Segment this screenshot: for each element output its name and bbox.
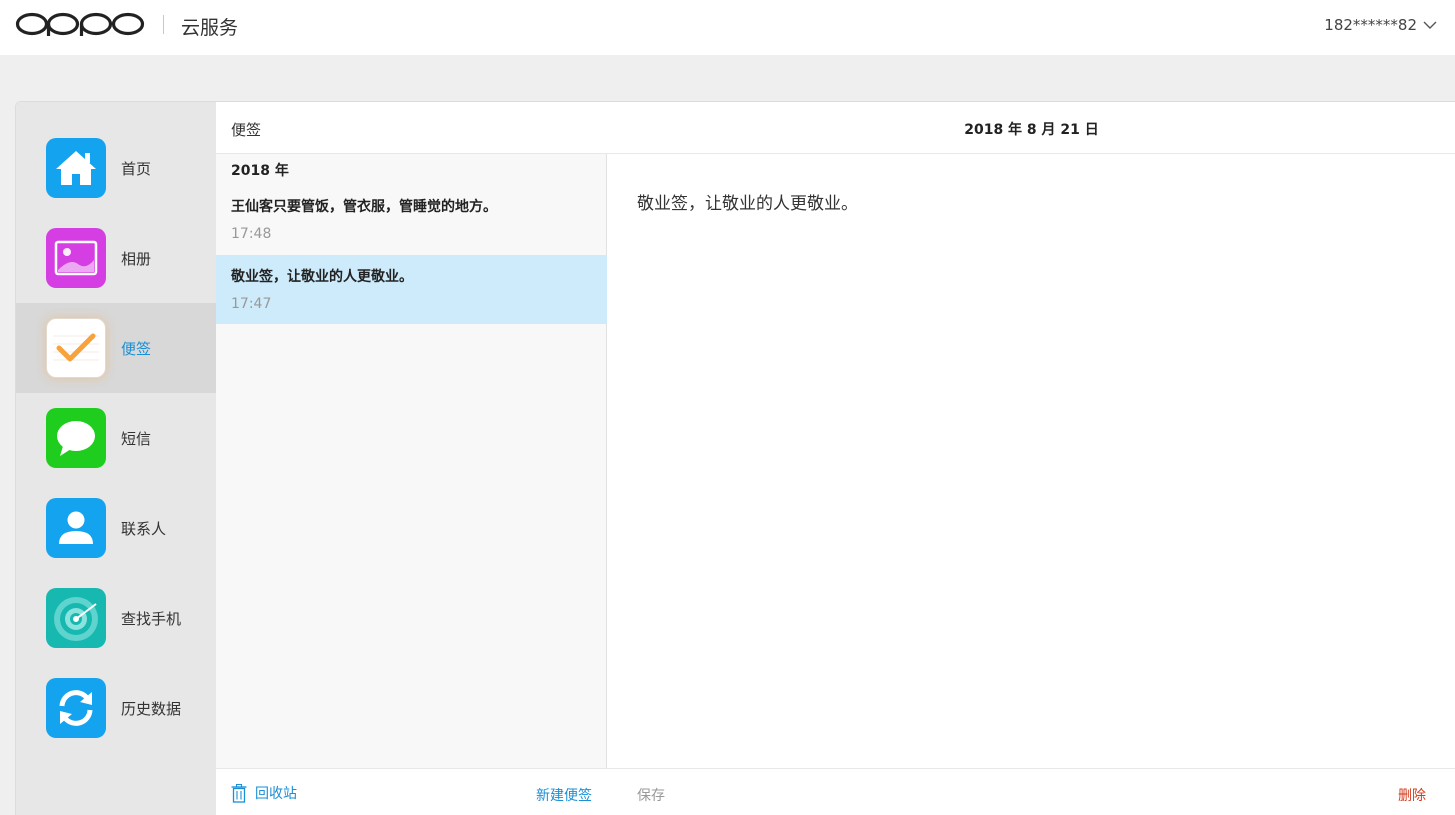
sidebar-item-label: 短信 [121, 429, 152, 448]
logo-separator [163, 15, 164, 34]
photo-icon [46, 228, 106, 288]
notes-check-icon [46, 318, 106, 378]
detail-header: 2018 年 8 月 21 日 [607, 102, 1455, 154]
new-note-button[interactable]: 新建便签 [536, 785, 592, 805]
list-item[interactable]: 王仙客只要管饭，管衣服，管睡觉的地方。 17:48 [216, 185, 607, 254]
year-group-label: 2018 年 [231, 163, 289, 179]
list-footer: 回收站 新建便签 [216, 768, 607, 815]
chevron-down-icon [1423, 21, 1437, 29]
sidebar: 首页 相册 便签 短信 联系人 查找手机 历史数据 [16, 102, 216, 815]
sidebar-item-label: 查找手机 [121, 609, 182, 628]
note-content-editor[interactable]: 敬业签，让敬业的人更敬业。 [637, 189, 858, 214]
save-button[interactable]: 保存 [637, 785, 665, 805]
recycle-bin-button[interactable]: 回收站 [231, 783, 297, 803]
delete-button[interactable]: 删除 [1398, 785, 1426, 805]
list-title: 便签 [231, 121, 262, 139]
sidebar-item-find-phone[interactable]: 查找手机 [16, 573, 216, 663]
service-title: 云服务 [181, 17, 239, 39]
sidebar-item-label: 历史数据 [121, 699, 182, 718]
sidebar-item-notes[interactable]: 便签 [16, 303, 216, 393]
sidebar-item-label: 便签 [121, 339, 152, 358]
trash-icon [231, 783, 247, 803]
oppo-logo[interactable] [15, 11, 145, 37]
message-bubble-icon [46, 408, 106, 468]
sidebar-item-label: 首页 [121, 159, 152, 178]
sidebar-item-history[interactable]: 历史数据 [16, 663, 216, 753]
note-title: 敬业签，让敬业的人更敬业。 [231, 269, 413, 285]
radar-icon [46, 588, 106, 648]
list-header: 便签 [216, 102, 607, 154]
main-panel: 首页 相册 便签 短信 联系人 查找手机 历史数据 便签 2018 年 王仙客只… [15, 101, 1455, 815]
account-menu[interactable]: 182******82 [1324, 16, 1437, 34]
recycle-bin-label: 回收站 [255, 786, 297, 802]
sidebar-item-messages[interactable]: 短信 [16, 393, 216, 483]
sidebar-item-home[interactable]: 首页 [16, 123, 216, 213]
note-time: 17:47 [231, 296, 272, 312]
home-icon [46, 138, 106, 198]
note-date: 2018 年 8 月 21 日 [964, 122, 1099, 138]
list-item[interactable]: 敬业签，让敬业的人更敬业。 17:47 [216, 255, 607, 324]
sidebar-item-label: 联系人 [121, 519, 167, 538]
detail-footer: 保存 删除 [607, 768, 1455, 815]
sidebar-item-contacts[interactable]: 联系人 [16, 483, 216, 573]
person-icon [46, 498, 106, 558]
top-bar: 云服务 182******82 [0, 0, 1455, 55]
sidebar-item-label: 相册 [121, 249, 152, 268]
sync-icon [46, 678, 106, 738]
note-time: 17:48 [231, 226, 272, 242]
account-number: 182******82 [1324, 16, 1417, 34]
note-title: 王仙客只要管饭，管衣服，管睡觉的地方。 [231, 199, 497, 215]
note-detail-panel: 2018 年 8 月 21 日 敬业签，让敬业的人更敬业。 保存 删除 [607, 102, 1455, 815]
note-list-panel: 便签 2018 年 王仙客只要管饭，管衣服，管睡觉的地方。 17:48 敬业签，… [216, 102, 607, 815]
sidebar-item-photos[interactable]: 相册 [16, 213, 216, 303]
